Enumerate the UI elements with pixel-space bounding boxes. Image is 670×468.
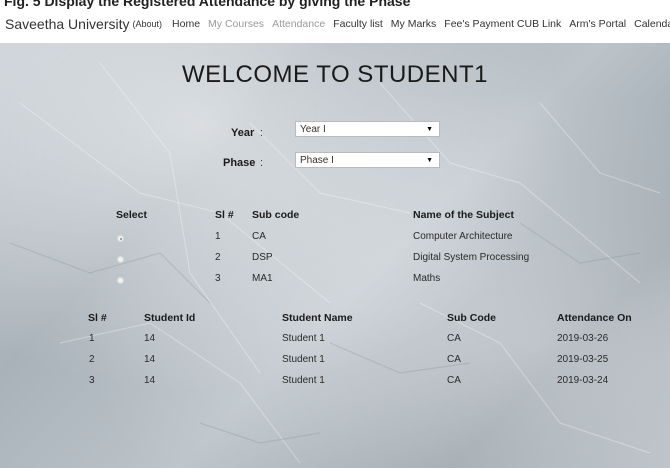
attendance-header-sub-code: Sub Code <box>447 312 496 324</box>
attendance-student-id: 14 <box>144 354 156 365</box>
attendance-student-name: Student 1 <box>282 354 325 365</box>
attendance-date: 2019-03-25 <box>557 354 609 365</box>
attendance-header-student-id: Student Id <box>144 312 196 324</box>
nav-arms-portal[interactable]: Arm's Portal <box>569 18 626 30</box>
phase-label: Phase <box>223 157 256 169</box>
subject-name: Computer Architecture <box>413 231 513 242</box>
brand-link[interactable]: Saveetha University <box>5 16 130 32</box>
chevron-down-icon: ▼ <box>426 126 433 133</box>
phase-select[interactable]: Phase I ▼ <box>295 152 440 168</box>
phase-select-value: Phase I <box>300 155 334 166</box>
caption-text: Fig. 5 Display the Registered Attendance… <box>4 0 411 9</box>
about-link[interactable]: (About) <box>133 19 163 29</box>
main-content: WELCOME TO STUDENT1 Year : Year I ▼ Phas… <box>0 43 670 468</box>
attendance-header-student-name: Student Name <box>282 312 353 324</box>
year-colon: : <box>260 127 264 139</box>
attendance-sub-code: CA <box>447 333 461 344</box>
subject-sl: 1 <box>215 231 221 242</box>
subject-code: MA1 <box>252 273 273 284</box>
welcome-heading: WELCOME TO STUDENT1 <box>182 61 488 88</box>
subject-name: Digital System Processing <box>413 252 530 263</box>
year-select[interactable]: Year I ▼ <box>295 121 440 137</box>
nav-fees-payment[interactable]: Fee's Payment CUB Link <box>444 18 561 30</box>
subject-radio[interactable] <box>117 235 124 242</box>
nav-home[interactable]: Home <box>172 18 200 30</box>
top-navbar: Saveetha University (About) Home My Cour… <box>0 10 670 38</box>
attendance-student-id: 14 <box>144 333 156 344</box>
background-texture <box>9 62 661 464</box>
attendance-student-name: Student 1 <box>282 333 325 344</box>
subjects-header-name: Name of the Subject <box>413 209 514 221</box>
subject-sl: 2 <box>215 252 221 263</box>
subject-radio[interactable] <box>117 256 124 263</box>
attendance-sub-code: CA <box>447 354 461 365</box>
attendance-student-id: 14 <box>144 375 156 386</box>
year-select-value: Year I <box>300 124 326 135</box>
phase-colon: : <box>260 157 264 169</box>
attendance-student-name: Student 1 <box>282 375 325 386</box>
attendance-date: 2019-03-26 <box>557 333 609 344</box>
subjects-header-select: Select <box>116 209 147 221</box>
subject-name: Maths <box>413 273 441 284</box>
attendance-sub-code: CA <box>447 375 461 386</box>
attendance-sl: 1 <box>89 333 95 344</box>
attendance-sl: 2 <box>89 354 95 365</box>
nav-my-marks[interactable]: My Marks <box>391 18 437 30</box>
nav-my-courses[interactable]: My Courses <box>208 18 264 30</box>
subject-code: CA <box>252 231 266 242</box>
subjects-header-sub-code: Sub code <box>252 209 300 221</box>
attendance-date: 2019-03-24 <box>557 375 609 386</box>
year-label: Year <box>231 127 255 139</box>
chevron-down-icon: ▼ <box>426 157 433 164</box>
subject-radio[interactable] <box>117 277 124 284</box>
subject-sl: 3 <box>215 273 221 284</box>
subject-code: DSP <box>252 252 273 263</box>
nav-attendance[interactable]: Attendance <box>272 18 325 30</box>
subjects-header-sl: Sl # <box>215 209 234 221</box>
attendance-sl: 3 <box>89 375 95 386</box>
attendance-header-sl: Sl # <box>88 312 107 324</box>
attendance-header-attendance-on: Attendance On <box>557 312 632 324</box>
nav-calendar[interactable]: Calendar <box>634 18 670 30</box>
nav-faculty-list[interactable]: Faculty list <box>333 18 383 30</box>
